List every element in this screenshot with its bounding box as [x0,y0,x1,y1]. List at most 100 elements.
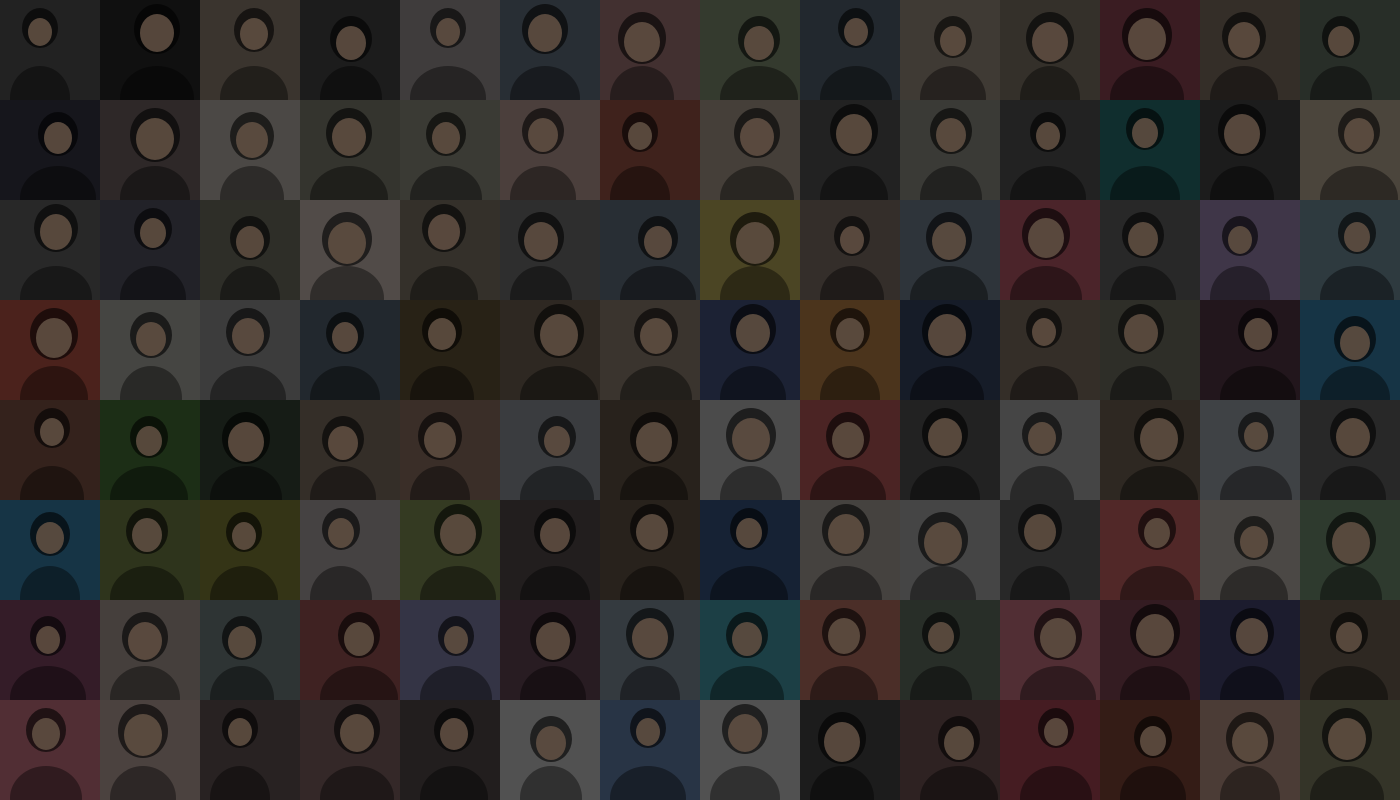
portrait-image [800,0,900,100]
portrait-image [700,100,800,200]
portrait-image [1300,400,1400,500]
portrait-image [600,700,700,800]
profile-photo-tile [1000,600,1100,700]
profile-photo-tile [200,100,300,200]
portrait-image [500,600,600,700]
profile-photo-tile [1200,600,1300,700]
portrait-image [1000,600,1100,700]
profile-photo-tile [500,300,600,400]
portrait-image [900,200,1000,300]
profile-photo-tile [1300,700,1400,800]
profile-photo-tile [1000,100,1100,200]
portrait-image [700,500,800,600]
profile-photo-tile [1300,500,1400,600]
portrait-image [400,500,500,600]
portrait-image [500,300,600,400]
portrait-image [300,300,400,400]
portrait-image [200,300,300,400]
portrait-image [1000,300,1100,400]
profile-photo-tile [900,200,1000,300]
portrait-image [200,500,300,600]
profile-photo-tile [200,400,300,500]
profile-photo-tile [1100,700,1200,800]
profile-photo-tile [200,600,300,700]
profile-photo-tile [500,200,600,300]
portrait-image [300,400,400,500]
profile-photo-tile [1300,200,1400,300]
profile-photo-tile [600,100,700,200]
portrait-image [1200,300,1300,400]
profile-photo-tile [400,100,500,200]
profile-photo-tile [800,400,900,500]
profile-photo-tile [300,500,400,600]
profile-photo-tile [1000,500,1100,600]
portrait-image [900,100,1000,200]
portrait-image [1100,500,1200,600]
profile-photo-tile [200,700,300,800]
portrait-image [300,0,400,100]
portrait-image [1000,500,1100,600]
portrait-image [800,100,900,200]
profile-photo-tile [600,700,700,800]
profile-photo-tile [800,300,900,400]
profile-photo-tile [300,700,400,800]
portrait-image [400,100,500,200]
portrait-image [0,400,100,500]
portrait-image [700,600,800,700]
portrait-image [600,400,700,500]
portrait-image [1300,0,1400,100]
portrait-image [100,600,200,700]
portrait-image [800,400,900,500]
profile-photo-tile [100,200,200,300]
portrait-image [100,500,200,600]
portrait-image [300,100,400,200]
portrait-image [1200,600,1300,700]
profile-photo-tile [400,500,500,600]
profile-photo-tile [500,700,600,800]
portrait-image [0,100,100,200]
profile-photo-tile [800,100,900,200]
profile-photo-tile [1200,700,1300,800]
portrait-image [900,700,1000,800]
profile-photo-tile [1000,400,1100,500]
profile-photo-tile [0,700,100,800]
profile-photo-tile [500,600,600,700]
profile-photo-tile [400,200,500,300]
portrait-image [100,700,200,800]
portrait-image [800,200,900,300]
profile-photo-tile [100,0,200,100]
profile-photo-tile [1100,0,1200,100]
profile-photo-tile [800,700,900,800]
portrait-image [0,500,100,600]
portrait-image [0,700,100,800]
portrait-image [500,700,600,800]
portrait-image [100,300,200,400]
profile-photo-tile [900,300,1000,400]
portrait-image [700,300,800,400]
profile-photo-tile [200,200,300,300]
profile-photo-tile [100,400,200,500]
profile-photo-tile [1200,100,1300,200]
portrait-image [800,600,900,700]
profile-photo-tile [1100,100,1200,200]
profile-photo-tile [200,500,300,600]
profile-photo-tile [600,0,700,100]
profile-photo-tile [0,500,100,600]
portrait-image [300,500,400,600]
profile-photo-tile [1200,0,1300,100]
profile-photo-tile [1000,700,1100,800]
portrait-image [800,300,900,400]
profile-photo-mosaic [0,0,1400,800]
profile-photo-tile [0,100,100,200]
portrait-image [1200,400,1300,500]
portrait-image [900,600,1000,700]
profile-photo-tile [700,0,800,100]
profile-photo-tile [700,400,800,500]
portrait-image [1300,700,1400,800]
portrait-image [1100,100,1200,200]
profile-photo-tile [1200,500,1300,600]
portrait-image [400,400,500,500]
profile-photo-tile [300,300,400,400]
portrait-image [100,400,200,500]
profile-photo-tile [500,400,600,500]
